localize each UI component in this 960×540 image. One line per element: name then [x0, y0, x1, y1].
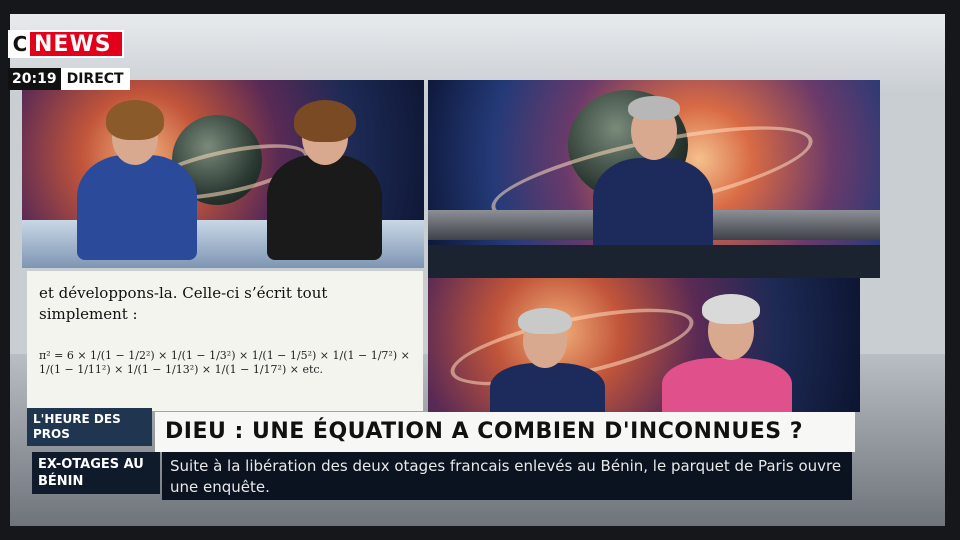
host-desk	[428, 245, 880, 278]
equation-intro-text: et développons-la. Celle-ci s’écrit tout…	[39, 284, 328, 323]
ticker-topic: EX-OTAGES AU BÉNIN	[32, 452, 160, 494]
equation-formula: π² = 6 × 1/(1 − 1/2²) × 1/(1 − 1/3²) × 1…	[39, 349, 410, 376]
guest-glasses-hair	[518, 308, 572, 334]
video-panel-guests-right	[428, 278, 860, 412]
video-panel-host	[428, 80, 880, 278]
logo-news: NEWS	[34, 31, 112, 57]
news-ticker: Suite à la libération des deux otages fr…	[162, 452, 852, 500]
guest-pink-shirt	[662, 358, 792, 412]
guest-left-hair	[106, 100, 164, 140]
headline-banner: DIEU : UNE ÉQUATION A COMBIEN D'INCONNUE…	[155, 412, 855, 452]
show-name-tag: L'HEURE DES PROS	[27, 408, 152, 446]
logo-c: C	[10, 32, 30, 56]
video-panel-guests-left	[22, 80, 424, 268]
equation-overlay: et développons-la. Celle-ci s’écrit tout…	[27, 271, 423, 411]
guest-right	[267, 155, 382, 260]
host-hair	[628, 96, 680, 120]
guest-left	[77, 155, 197, 260]
guest-glasses	[490, 363, 605, 412]
live-label: DIRECT	[60, 68, 130, 90]
host	[593, 158, 713, 258]
guest-pink-shirt-hair	[702, 294, 760, 324]
clock: 20:19	[8, 68, 61, 90]
time-live-badge: 20:19 DIRECT	[8, 68, 130, 90]
cnews-logo: C NEWS	[8, 30, 124, 58]
guest-right-hair	[294, 100, 356, 142]
